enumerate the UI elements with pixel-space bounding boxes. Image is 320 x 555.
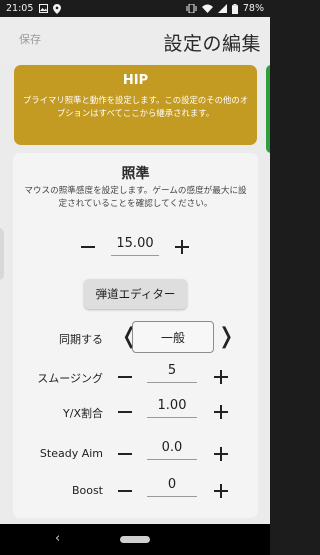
hip-description: プライマリ照準と動作を設定します。この設定のその他のオプションはすべてここから継… [22,95,249,118]
sensitivity-input[interactable]: 15.00 [111,234,159,256]
screen: 21:05 78% 保存 設定の編集 HIP プライマリ照準と動作を設定します。… [0,0,270,555]
plus-icon [214,447,228,461]
hip-profile-card[interactable]: HIP プライマリ照準と動作を設定します。この設定のその他のオプションはすべてこ… [14,65,257,145]
smoothing-input[interactable]: 5 [147,361,197,383]
home-pill-icon[interactable] [120,536,150,543]
location-icon [53,3,62,14]
steady-aim-label: Steady Aim [39,447,103,460]
smoothing-increase-button[interactable] [210,366,232,388]
back-icon[interactable]: ‹ [55,531,60,546]
plus-icon [175,240,189,254]
boost-decrease-button[interactable] [114,480,136,502]
plus-icon [214,405,228,419]
minus-icon [118,411,132,413]
save-button[interactable]: 保存 [19,31,41,47]
sync-select[interactable]: 一般 [132,321,214,353]
sync-label: 同期する [59,333,103,346]
steady-aim-input[interactable]: 0.0 [147,438,197,460]
battery-percent: 78% [242,3,264,14]
signal-icon [217,4,227,13]
system-nav-bar: ‹ [0,524,270,555]
sensitivity-decrease-button[interactable] [77,236,99,258]
yx-ratio-decrease-button[interactable] [114,401,136,423]
yx-ratio-label: Y/X割合 [63,407,103,420]
boost-input[interactable]: 0 [147,475,197,497]
next-card-edge[interactable] [266,65,270,153]
yx-ratio-increase-button[interactable] [210,401,232,423]
minus-icon [118,376,132,378]
page-title: 設定の編集 [163,33,261,55]
minus-icon [118,453,132,455]
minus-icon [118,490,132,492]
plus-icon [214,484,228,498]
image-icon [39,4,49,13]
plus-icon [214,370,228,384]
boost-label: Boost [71,484,103,497]
steady-aim-increase-button[interactable] [210,443,232,465]
hip-title: HIP [122,73,149,88]
vibrate-icon [186,4,197,13]
smoothing-label: スムージング [37,372,103,385]
boost-increase-button[interactable] [210,480,232,502]
minus-icon [81,246,95,248]
status-time: 21:05 [6,3,34,14]
battery-icon [231,3,238,14]
chevron-right-icon[interactable]: ❭ [217,324,235,349]
wifi-icon [201,4,213,13]
app-header: 保存 設定の編集 [0,17,270,63]
steady-aim-decrease-button[interactable] [114,443,136,465]
aim-section-description: マウスの照準感度を設定します。ゲームの感度が最大に設定されていることを確認してく… [24,186,247,209]
ballistic-editor-button[interactable]: 弾道エディター [84,279,187,309]
status-bar: 21:05 78% [0,0,270,17]
yx-ratio-input[interactable]: 1.00 [147,396,197,418]
sensitivity-increase-button[interactable] [171,236,193,258]
aim-settings-card: 照準 マウスの照準感度を設定します。ゲームの感度が最大に設定されていることを確認… [13,153,258,518]
aim-section-title: 照準 [121,166,150,182]
smoothing-decrease-button[interactable] [114,366,136,388]
previous-card-edge [0,228,4,280]
